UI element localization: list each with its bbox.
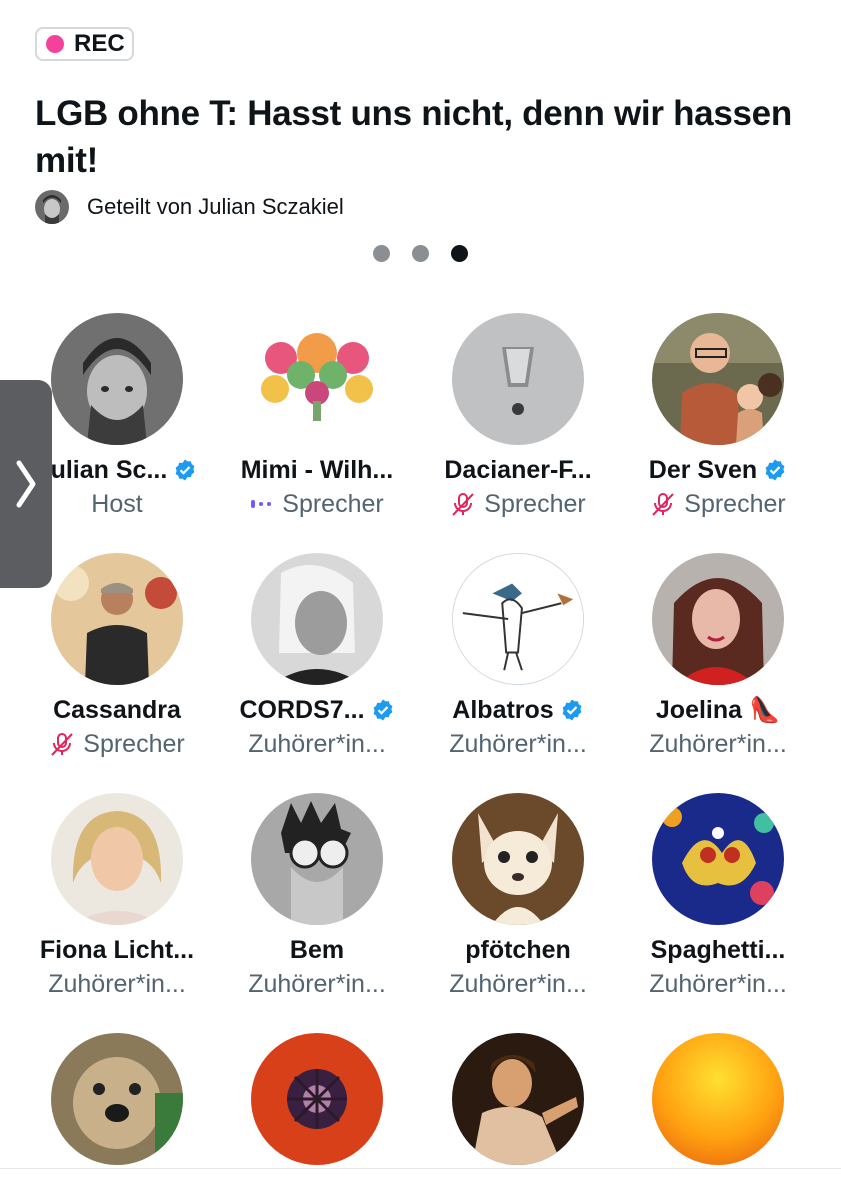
verified-badge-icon xyxy=(562,699,582,721)
page-dot-active[interactable] xyxy=(451,245,468,262)
avatar[interactable] xyxy=(652,793,784,925)
verified-badge-icon xyxy=(373,699,392,721)
participant-card[interactable] xyxy=(217,1033,417,1165)
participant-role: Zuhörer*in... xyxy=(449,729,587,758)
side-panel-handle[interactable] xyxy=(0,380,52,588)
participant-role-row: Sprecher xyxy=(17,727,217,761)
participant-role: Sprecher xyxy=(282,489,384,518)
avatar[interactable] xyxy=(452,793,584,925)
participant-role: Zuhörer*in... xyxy=(649,969,787,998)
participant-card[interactable] xyxy=(618,1033,818,1165)
participant-role-row: Sprecher xyxy=(217,487,417,521)
participant-name: Mimi - Wilh... xyxy=(240,455,394,484)
participant-role: Zuhörer*in... xyxy=(48,969,186,998)
avatar[interactable] xyxy=(51,553,183,685)
participant-role: Zuhörer*in... xyxy=(248,729,386,758)
avatar[interactable] xyxy=(51,1033,183,1165)
participant-role-row: Zuhörer*in... xyxy=(418,727,618,761)
participant-role-row: Zuhörer*in... xyxy=(618,967,818,1001)
verified-badge-icon xyxy=(765,459,785,481)
rec-badge: REC xyxy=(35,27,134,61)
participant-role: Sprecher xyxy=(83,729,185,758)
shared-by-row[interactable]: Geteilt von Julian Sczakiel xyxy=(35,190,344,224)
participant-card[interactable]: Albatros Zuhörer*in... xyxy=(418,553,618,761)
recording-dot-icon xyxy=(46,35,64,53)
participant-role-row: Sprecher xyxy=(418,487,618,521)
participant-name: Joelina 👠 xyxy=(655,695,781,724)
participant-role-row: Zuhörer*in... xyxy=(17,967,217,1001)
participant-role-row: Zuhörer*in... xyxy=(217,727,417,761)
participant-card[interactable]: Bem Zuhörer*in... xyxy=(217,793,417,1001)
bottom-divider xyxy=(0,1168,841,1169)
avatar[interactable] xyxy=(452,1033,584,1165)
participant-card[interactable]: Mimi - Wilh... Sprecher xyxy=(217,313,417,521)
page-dot[interactable] xyxy=(373,245,390,262)
avatar[interactable] xyxy=(251,793,383,925)
mic-muted-icon xyxy=(452,493,474,516)
participant-name-row: Joelina 👠 xyxy=(618,693,818,727)
participant-name: Albatros xyxy=(452,695,554,724)
participant-card[interactable]: Joelina 👠 Zuhörer*in... xyxy=(618,553,818,761)
participant-card[interactable]: Der Sven Sprecher xyxy=(618,313,818,521)
participant-name-row: Der Sven xyxy=(618,453,818,487)
participant-name: CORDS7... xyxy=(239,695,365,724)
participant-name-row: pfötchen xyxy=(418,933,618,967)
participant-name: Spaghetti... xyxy=(650,935,786,964)
avatar[interactable] xyxy=(251,1033,383,1165)
avatar[interactable] xyxy=(251,553,383,685)
participant-name: Cassandra xyxy=(53,695,181,724)
page-dot[interactable] xyxy=(412,245,429,262)
participant-name-row: Dacianer-F... xyxy=(418,453,618,487)
participant-name: Der Sven xyxy=(648,455,758,484)
participant-name: Bem xyxy=(289,935,345,964)
participant-card[interactable]: Fiona Licht... Zuhörer*in... xyxy=(17,793,217,1001)
sharer-avatar[interactable] xyxy=(35,190,69,224)
participant-name-row: Cassandra xyxy=(17,693,217,727)
avatar[interactable] xyxy=(51,793,183,925)
avatar[interactable] xyxy=(452,553,584,685)
avatar[interactable] xyxy=(652,1033,784,1165)
participant-role-row: Sprecher xyxy=(618,487,818,521)
participant-role-row: Zuhörer*in... xyxy=(217,967,417,1001)
participant-name-row: Bem xyxy=(217,933,417,967)
space-title: LGB ohne T: Hasst uns nicht, denn wir ha… xyxy=(35,94,792,180)
participant-name-row: Spaghetti... xyxy=(618,933,818,967)
participant-name-row: Fiona Licht... xyxy=(17,933,217,967)
page-indicator[interactable] xyxy=(373,245,468,262)
participant-name-row: Mimi - Wilh... xyxy=(217,453,417,487)
participant-card[interactable]: CORDS7... Zuhörer*in... xyxy=(217,553,417,761)
participant-name: pfötchen xyxy=(465,935,571,964)
participant-card[interactable] xyxy=(418,1033,618,1165)
verified-badge-icon xyxy=(175,459,195,481)
participant-role: Zuhörer*in... xyxy=(649,729,787,758)
participant-role-row: Zuhörer*in... xyxy=(418,967,618,1001)
participant-name: Fiona Licht... xyxy=(39,935,195,964)
participant-card[interactable]: Spaghetti... Zuhörer*in... xyxy=(618,793,818,1001)
participant-role: Zuhörer*in... xyxy=(449,969,587,998)
avatar[interactable] xyxy=(51,313,183,445)
participant-name: Dacianer-F... xyxy=(444,455,592,484)
rec-label: REC xyxy=(74,30,125,57)
avatar[interactable] xyxy=(652,313,784,445)
avatar[interactable] xyxy=(251,313,383,445)
avatar[interactable] xyxy=(452,313,584,445)
chevron-right-icon xyxy=(16,460,36,508)
participant-name-row: CORDS7... xyxy=(217,693,417,727)
speaking-icon xyxy=(251,500,272,508)
participant-role: Host xyxy=(91,489,143,518)
participant-role-row: Zuhörer*in... xyxy=(618,727,818,761)
participant-role: Sprecher xyxy=(484,489,586,518)
participant-name-row: Albatros xyxy=(418,693,618,727)
participant-role: Sprecher xyxy=(684,489,786,518)
participant-card[interactable]: pfötchen Zuhörer*in... xyxy=(418,793,618,1001)
shared-by-text: Geteilt von Julian Sczakiel xyxy=(87,194,344,219)
avatar[interactable] xyxy=(652,553,784,685)
participant-name: Julian Sc... xyxy=(36,455,168,484)
mic-muted-icon xyxy=(51,733,73,756)
participant-role: Zuhörer*in... xyxy=(248,969,386,998)
participant-card[interactable] xyxy=(17,1033,217,1165)
participant-card[interactable]: Dacianer-F... Sprecher xyxy=(418,313,618,521)
mic-muted-icon xyxy=(652,493,674,516)
